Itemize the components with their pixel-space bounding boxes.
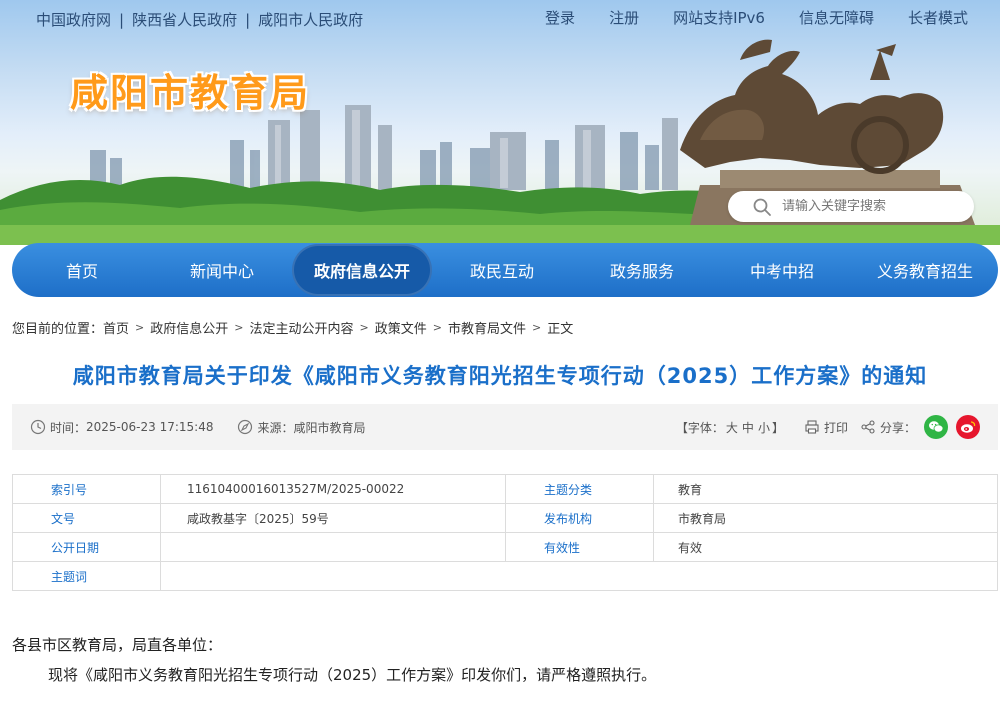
breadcrumb-policy[interactable]: 政策文件 bbox=[375, 318, 427, 337]
share-icon bbox=[861, 420, 875, 434]
article-tools: 【字体： 大 中 小 】 打印 分享： bbox=[676, 415, 980, 439]
time-label: 时间： bbox=[50, 420, 87, 435]
wechat-icon bbox=[929, 421, 944, 433]
separator: | bbox=[245, 10, 251, 29]
nav-gov-info[interactable]: 政府信息公开 bbox=[292, 244, 432, 296]
breadcrumb-current: 正文 bbox=[547, 322, 574, 337]
search-input[interactable] bbox=[782, 199, 952, 214]
table-row: 公开日期 有效性 有效 bbox=[12, 532, 998, 562]
header-banner: 中国政府网 | 陕西省人民政府 | 咸阳市人民政府 登录 注册 网站支持IPv6… bbox=[0, 0, 1000, 245]
time-value: 2025-06-23 17:15:48 bbox=[86, 420, 214, 434]
keywords-label: 主题词 bbox=[12, 561, 161, 591]
keywords-value bbox=[160, 561, 998, 591]
weibo-share-button[interactable] bbox=[956, 415, 980, 439]
nav-enrollment[interactable]: 义务教育招生 bbox=[852, 243, 998, 297]
publish-date-label: 公开日期 bbox=[12, 532, 161, 562]
gov-links: 中国政府网 | 陕西省人民政府 | 咸阳市人民政府 bbox=[36, 9, 363, 30]
separator: | bbox=[119, 10, 125, 29]
publisher-value: 市教育局 bbox=[653, 503, 998, 533]
printer-icon bbox=[805, 420, 819, 434]
publish-source: 来源： 咸阳市教育局 bbox=[237, 419, 366, 436]
register-link[interactable]: 注册 bbox=[609, 7, 639, 28]
nav-news[interactable]: 新闻中心 bbox=[152, 243, 292, 297]
nav-home[interactable]: 首页 bbox=[12, 243, 152, 297]
doc-number-value: 咸政教基字〔2025〕59号 bbox=[160, 503, 506, 533]
breadcrumb-statutory[interactable]: 法定主动公开内容 bbox=[249, 318, 353, 337]
wechat-share-button[interactable] bbox=[924, 415, 948, 439]
table-row: 主题词 bbox=[12, 561, 998, 591]
publish-time: 时间： 2025-06-23 17:15:48 bbox=[30, 419, 213, 436]
font-size-label: 【字体： bbox=[675, 420, 724, 435]
clock-icon bbox=[30, 419, 46, 435]
nav-interaction[interactable]: 政民互动 bbox=[432, 243, 572, 297]
search-box[interactable] bbox=[728, 191, 974, 222]
publish-date-value bbox=[160, 532, 506, 562]
breadcrumb-prefix: 您目前的位置： bbox=[12, 322, 104, 337]
site-title[interactable]: 咸阳市教育局 bbox=[70, 62, 310, 117]
index-number-value: 116104000160135​27M/2025-00022 bbox=[160, 474, 506, 504]
top-utility-bar: 中国政府网 | 陕西省人民政府 | 咸阳市人民政府 登录 注册 网站支持IPv6… bbox=[0, 0, 1000, 36]
link-shaanxi-gov[interactable]: 陕西省人民政府 bbox=[132, 9, 237, 30]
print-button[interactable]: 打印 bbox=[804, 419, 848, 436]
ipv6-link[interactable]: 网站支持IPv6 bbox=[673, 7, 765, 28]
nav-exam[interactable]: 中考中招 bbox=[712, 243, 852, 297]
font-size-end: 】 bbox=[771, 420, 784, 435]
link-xianyang-gov[interactable]: 咸阳市人民政府 bbox=[258, 9, 363, 30]
source-value: 咸阳市教育局 bbox=[293, 420, 366, 435]
breadcrumb-bureau-docs[interactable]: 市教育局文件 bbox=[448, 318, 526, 337]
article-body: 各县市区教育局，局直各单位： 现将《咸阳市义务教育阳光招生专项行动（2025）工… bbox=[12, 630, 998, 690]
category-value: 教育 bbox=[653, 474, 998, 504]
elder-mode-link[interactable]: 长者模式 bbox=[908, 7, 968, 28]
share-group: 分享： bbox=[860, 415, 980, 439]
table-row: 文号 咸政教基字〔2025〕59号 发布机构 市教育局 bbox=[12, 503, 998, 533]
category-label: 主题分类 bbox=[505, 474, 654, 504]
breadcrumb-gov-info[interactable]: 政府信息公开 bbox=[150, 318, 228, 337]
nav-services[interactable]: 政务服务 bbox=[572, 243, 712, 297]
chevron-right-icon: > bbox=[432, 321, 442, 334]
font-size-small[interactable]: 小 bbox=[758, 419, 770, 436]
compass-icon bbox=[238, 419, 253, 435]
validity-value: 有效 bbox=[653, 532, 998, 562]
accessibility-link[interactable]: 信息无障碍 bbox=[799, 7, 874, 28]
doc-number-label: 文号 bbox=[12, 503, 161, 533]
breadcrumb: 您目前的位置： 首页 > 政府信息公开 > 法定主动公开内容 > 政策文件 > … bbox=[12, 318, 573, 337]
login-link[interactable]: 登录 bbox=[545, 7, 575, 28]
font-size-large[interactable]: 大 bbox=[726, 419, 738, 436]
chevron-right-icon: > bbox=[234, 321, 244, 334]
source-label: 来源： bbox=[257, 420, 294, 435]
article-title: 咸阳市教育局关于印发《咸阳市义务教育阳光招生专项行动（2025）工作方案》的通知 bbox=[72, 364, 928, 388]
chevron-right-icon: > bbox=[359, 321, 369, 334]
body-paragraph: 现将《咸阳市义务教育阳光招生专项行动（2025）工作方案》印发你们，请严格遵照执… bbox=[48, 666, 657, 684]
document-info-table: 索引号 116104000160135​27M/2025-00022 主题分类 … bbox=[12, 474, 998, 591]
search-icon[interactable] bbox=[752, 197, 772, 217]
chevron-right-icon: > bbox=[531, 321, 542, 334]
article-meta-bar: 时间： 2025-06-23 17:15:48 来源： 咸阳市教育局 【字体： … bbox=[12, 404, 998, 450]
link-central-gov[interactable]: 中国政府网 bbox=[36, 9, 111, 30]
validity-label: 有效性 bbox=[505, 532, 654, 562]
salutation: 各县市区教育局，局直各单位： bbox=[12, 636, 223, 654]
share-label: 分享： bbox=[879, 420, 916, 435]
font-size-switcher: 【字体： 大 中 小 】 bbox=[676, 419, 784, 436]
font-size-medium[interactable]: 中 bbox=[742, 419, 754, 436]
main-nav: 首页 新闻中心 政府信息公开 政民互动 政务服务 中考中招 义务教育招生 bbox=[12, 243, 998, 297]
table-row: 索引号 116104000160135​27M/2025-00022 主题分类 … bbox=[12, 474, 998, 504]
weibo-icon bbox=[961, 421, 976, 433]
publisher-label: 发布机构 bbox=[505, 503, 654, 533]
breadcrumb-home[interactable]: 首页 bbox=[103, 318, 129, 337]
chevron-right-icon: > bbox=[135, 321, 145, 334]
print-label[interactable]: 打印 bbox=[824, 419, 848, 436]
index-number-label: 索引号 bbox=[12, 474, 161, 504]
user-links: 登录 注册 网站支持IPv6 信息无障碍 长者模式 bbox=[511, 7, 968, 28]
